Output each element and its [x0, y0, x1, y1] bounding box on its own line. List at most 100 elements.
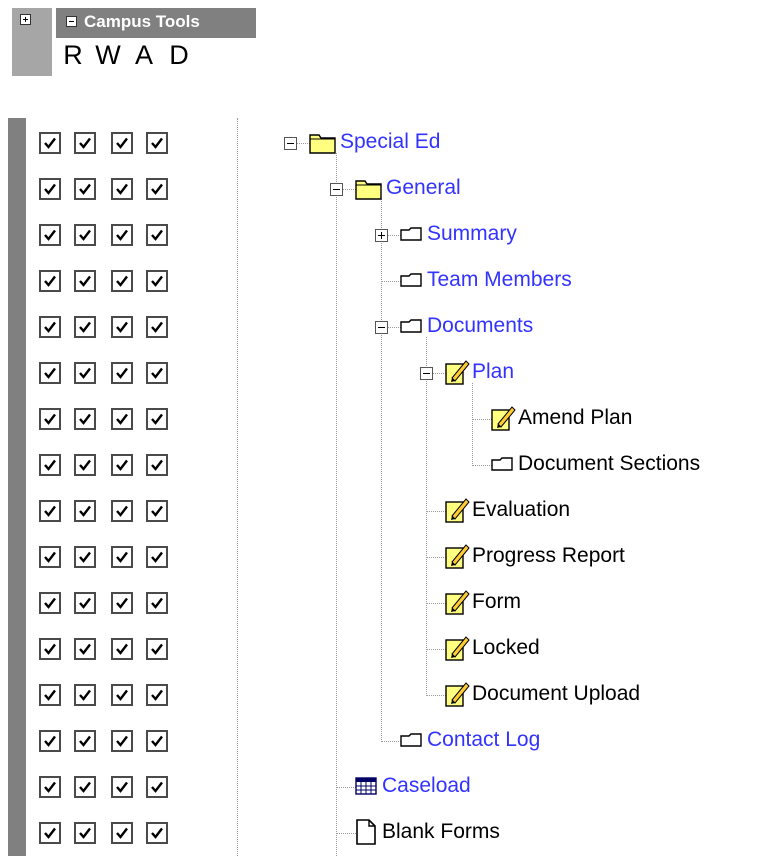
folder-open-icon	[308, 129, 338, 160]
grid-table-icon	[354, 776, 380, 801]
checkbox-add[interactable]	[111, 500, 133, 522]
checkbox-write[interactable]	[74, 730, 96, 752]
checkbox-delete[interactable]	[146, 270, 168, 292]
tree-node-label[interactable]: Team Members	[427, 267, 572, 293]
checkbox-add[interactable]	[111, 638, 133, 660]
checkbox-write[interactable]	[74, 408, 96, 430]
checkbox-read[interactable]	[39, 684, 61, 706]
checkbox-write[interactable]	[74, 822, 96, 844]
collapse-node-icon[interactable]	[330, 183, 343, 196]
checkbox-read[interactable]	[39, 822, 61, 844]
checkbox-write[interactable]	[74, 270, 96, 292]
permission-header-read: R	[63, 40, 83, 70]
folder-open-icon	[354, 175, 384, 206]
checkbox-write[interactable]	[74, 592, 96, 614]
checkbox-write[interactable]	[74, 224, 96, 246]
checkbox-add[interactable]	[111, 132, 133, 154]
tree-guide-line	[336, 153, 337, 834]
checkbox-add[interactable]	[111, 822, 133, 844]
checkbox-write[interactable]	[74, 546, 96, 568]
checkbox-delete[interactable]	[146, 178, 168, 200]
checkbox-add[interactable]	[111, 316, 133, 338]
checkbox-delete[interactable]	[146, 592, 168, 614]
edit-form-icon	[444, 358, 470, 391]
checkbox-read[interactable]	[39, 270, 61, 292]
tree-node-label[interactable]: Caseload	[382, 773, 471, 799]
collapse-icon[interactable]	[66, 16, 77, 27]
checkbox-read[interactable]	[39, 500, 61, 522]
tree-node-label[interactable]: Plan	[472, 359, 514, 385]
checkbox-write[interactable]	[74, 132, 96, 154]
tree-guide-line	[336, 833, 337, 856]
checkbox-write[interactable]	[74, 454, 96, 476]
checkbox-read[interactable]	[39, 132, 61, 154]
permission-header-delete: D	[169, 40, 189, 70]
checkbox-write[interactable]	[74, 362, 96, 384]
tree-node-label[interactable]: Amend Plan	[518, 405, 632, 431]
expand-node-icon[interactable]	[375, 229, 388, 242]
checkbox-delete[interactable]	[146, 546, 168, 568]
edit-form-icon	[444, 588, 470, 621]
expand-all-panel	[12, 8, 52, 76]
checkbox-delete[interactable]	[146, 638, 168, 660]
checkbox-read[interactable]	[39, 316, 61, 338]
tree-node-label[interactable]: Special Ed	[340, 129, 440, 155]
checkbox-delete[interactable]	[146, 822, 168, 844]
tree-node-label[interactable]: Progress Report	[472, 543, 625, 569]
tree-node-label[interactable]: Summary	[427, 221, 517, 247]
page-tab-icon	[399, 318, 425, 339]
checkbox-write[interactable]	[74, 500, 96, 522]
checkbox-delete[interactable]	[146, 224, 168, 246]
tree-node-label[interactable]: Contact Log	[427, 727, 540, 753]
checkbox-delete[interactable]	[146, 684, 168, 706]
checkbox-read[interactable]	[39, 546, 61, 568]
expand-all-icon[interactable]	[20, 14, 31, 25]
tree-node-label[interactable]: Evaluation	[472, 497, 570, 523]
checkbox-delete[interactable]	[146, 362, 168, 384]
checkbox-write[interactable]	[74, 776, 96, 798]
checkbox-read[interactable]	[39, 408, 61, 430]
checkbox-add[interactable]	[111, 776, 133, 798]
left-indent-bar	[8, 118, 26, 856]
checkbox-read[interactable]	[39, 730, 61, 752]
collapse-node-icon[interactable]	[284, 137, 297, 150]
checkbox-add[interactable]	[111, 408, 133, 430]
checkbox-add[interactable]	[111, 362, 133, 384]
checkbox-delete[interactable]	[146, 730, 168, 752]
checkbox-add[interactable]	[111, 454, 133, 476]
checkbox-add[interactable]	[111, 224, 133, 246]
tree-node-label[interactable]: Form	[472, 589, 521, 615]
checkbox-add[interactable]	[111, 546, 133, 568]
tree-node-label[interactable]: Document Upload	[472, 681, 640, 707]
checkbox-read[interactable]	[39, 178, 61, 200]
tree-node-label[interactable]: General	[386, 175, 461, 201]
checkbox-write[interactable]	[74, 178, 96, 200]
checkbox-read[interactable]	[39, 638, 61, 660]
checkbox-add[interactable]	[111, 592, 133, 614]
checkbox-delete[interactable]	[146, 132, 168, 154]
tree-node-label[interactable]: Blank Forms	[382, 819, 500, 845]
checkbox-add[interactable]	[111, 684, 133, 706]
checkbox-add[interactable]	[111, 730, 133, 752]
edit-form-icon	[444, 634, 470, 667]
checkbox-read[interactable]	[39, 362, 61, 384]
tree-node-label[interactable]: Document Sections	[518, 451, 700, 477]
collapse-node-icon[interactable]	[375, 321, 388, 334]
tree-node-label[interactable]: Documents	[427, 313, 533, 339]
checkbox-add[interactable]	[111, 178, 133, 200]
checkbox-delete[interactable]	[146, 454, 168, 476]
checkbox-write[interactable]	[74, 684, 96, 706]
checkbox-add[interactable]	[111, 270, 133, 292]
checkbox-write[interactable]	[74, 638, 96, 660]
checkbox-read[interactable]	[39, 776, 61, 798]
checkbox-read[interactable]	[39, 224, 61, 246]
tree-node-label[interactable]: Locked	[472, 635, 540, 661]
checkbox-read[interactable]	[39, 454, 61, 476]
checkbox-read[interactable]	[39, 592, 61, 614]
checkbox-delete[interactable]	[146, 500, 168, 522]
collapse-node-icon[interactable]	[420, 367, 433, 380]
checkbox-delete[interactable]	[146, 408, 168, 430]
checkbox-delete[interactable]	[146, 776, 168, 798]
checkbox-delete[interactable]	[146, 316, 168, 338]
checkbox-write[interactable]	[74, 316, 96, 338]
